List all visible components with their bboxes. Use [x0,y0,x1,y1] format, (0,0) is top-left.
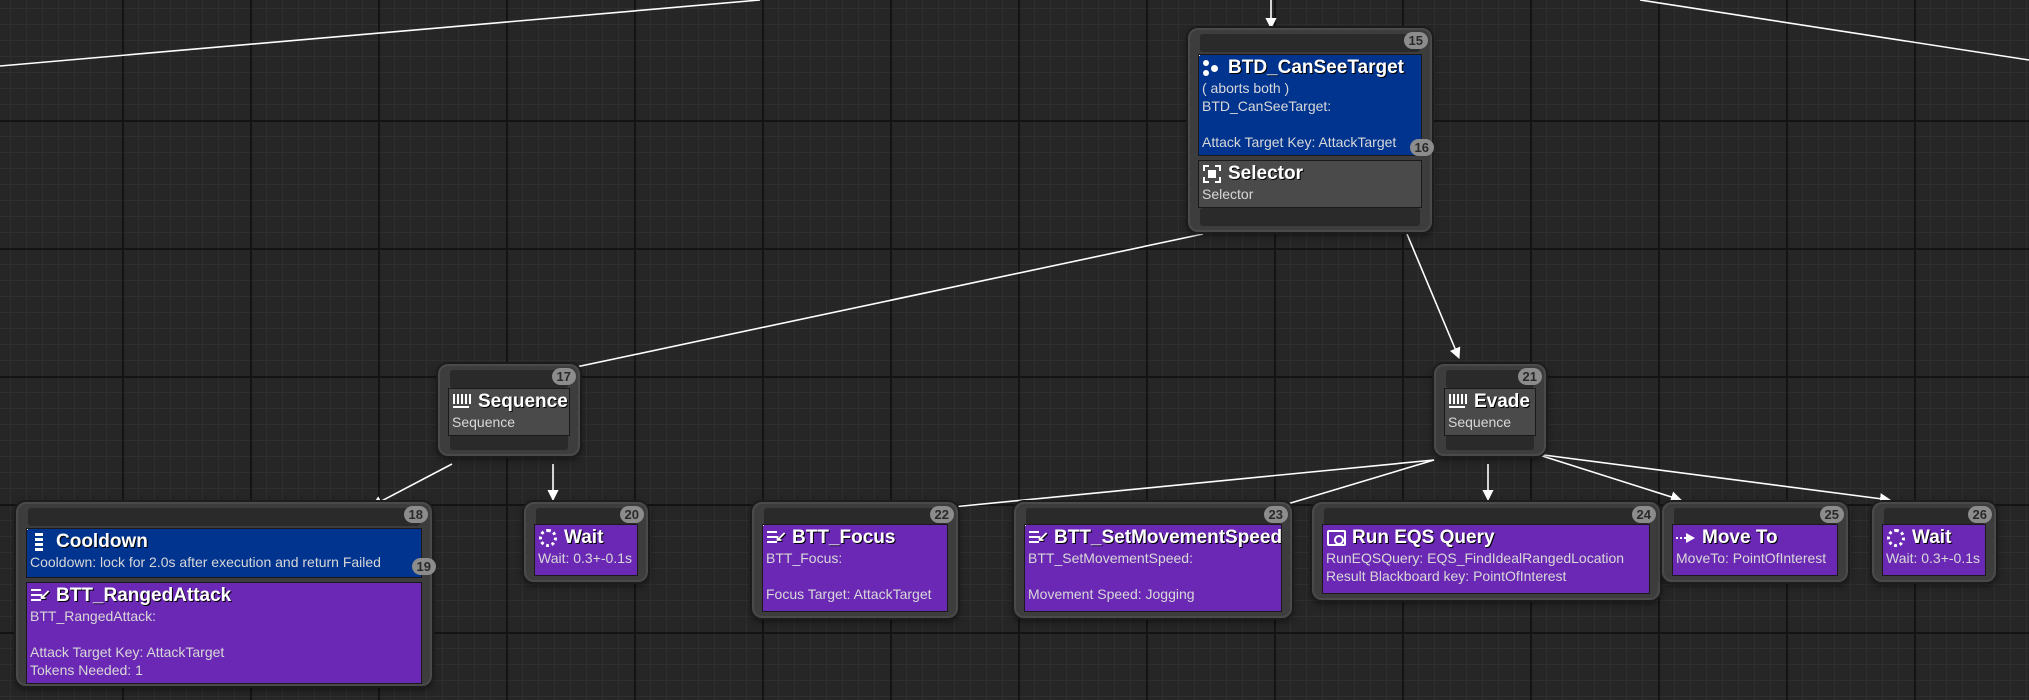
input-pin[interactable] [450,370,568,388]
set-movement-speed-class: BTT_SetMovementSpeed: [1028,550,1193,566]
move-to-icon [1676,528,1696,548]
decorator-index: 16 [1409,139,1434,156]
ranged-attack-title: BTT_RangedAttack [56,585,232,606]
set-movement-speed-card[interactable]: BTT_SetMovementSpeed BTT_SetMovementSpee… [1024,524,1282,612]
selector-card[interactable]: Selector Selector [1198,160,1422,208]
breakpoint-flag [763,525,764,526]
sequence-card[interactable]: Sequence Sequence [448,388,570,436]
ranged-attack-tokens: Tokens Needed: 1 [30,662,143,678]
selector-subtitle: Selector [1202,186,1254,202]
wait-icon [1886,528,1906,548]
run-eqs-query-node[interactable]: 24 Run EQS Query RunEQSQuery: EQS_FindId… [1312,502,1660,600]
ranged-attack-card[interactable]: BTT_RangedAttack BTT_RangedAttack: Attac… [26,582,422,684]
root-node[interactable]: 15 BTD_CanSeeTarget ( aborts both ) BTD_… [1188,28,1434,232]
decorator-abort-mode: ( aborts both ) [1202,80,1290,96]
cooldown-description: Cooldown: lock for 2.0s after execution … [30,554,381,570]
wire-evade-focus [940,459,1435,513]
eqs-query-icon [1326,528,1346,548]
cooldown-card[interactable]: Cooldown Cooldown: lock for 2.0s after e… [26,528,422,578]
focus-node[interactable]: 22 BTT_Focus BTT_Focus: Focus Target: At… [752,502,958,618]
eqs-result-key: Result Blackboard key: PointOfInterest [1326,568,1567,584]
evade-card[interactable]: Evade Sequence [1444,388,1536,436]
input-pin[interactable] [1200,34,1420,52]
breakpoint-flag [1199,55,1200,56]
wait-node[interactable]: 26 Wait Wait: 0.3+-0.1s [1872,502,1996,582]
selector-icon [1202,164,1222,184]
input-pin[interactable] [28,508,420,526]
decorator-key: Attack Target Key: AttackTarget [1202,134,1397,150]
wait-icon [538,528,558,548]
move-to-card[interactable]: Move To MoveTo: PointOfInterest [1672,524,1838,576]
wire-root-evade [1406,233,1461,360]
evade-title: Evade [1474,391,1530,412]
cooldown-title: Cooldown [56,531,148,552]
decorator-icon [1202,58,1222,78]
execution-index: 18 [403,506,428,523]
run-eqs-query-card[interactable]: Run EQS Query RunEQSQuery: EQS_FindIdeal… [1322,524,1650,594]
wait-description: Wait: 0.3+-0.1s [538,550,633,566]
evade-subtitle: Sequence [1448,414,1512,430]
execution-index: 25 [1819,506,1844,523]
execution-index: 17 [551,368,576,385]
breakpoint-flag [1025,525,1026,526]
sequence-icon [452,392,472,412]
eqs-query-name: RunEQSQuery: EQS_FindIdealRangedLocation [1326,550,1625,566]
set-movement-speed-node[interactable]: 23 BTT_SetMovementSpeed BTT_SetMovementS… [1014,502,1292,618]
set-movement-speed-title: BTT_SetMovementSpeed [1054,527,1282,548]
wire-offscreen-left [0,0,761,67]
task-icon [1028,528,1049,548]
wire-offscreen-right [1639,0,2029,61]
decorator-card[interactable]: BTD_CanSeeTarget ( aborts both ) BTD_Can… [1198,54,1422,156]
focus-class: BTT_Focus: [766,550,843,566]
focus-target: Focus Target: AttackTarget [766,586,932,602]
execution-index: 22 [929,506,954,523]
task-icon [30,586,51,606]
execution-index: 23 [1263,506,1288,523]
focus-card[interactable]: BTT_Focus BTT_Focus: Focus Target: Attac… [762,524,948,612]
wait-description: Wait: 0.3+-0.1s [1886,550,1981,566]
evade-node[interactable]: 21 Evade Sequence [1434,364,1546,456]
move-to-title: Move To [1702,527,1778,548]
wait-card[interactable]: Wait Wait: 0.3+-0.1s [1882,524,1986,576]
sequence-title: Sequence [478,391,568,412]
wire-evade-moveto [1535,453,1683,503]
wait-card[interactable]: Wait Wait: 0.3+-0.1s [534,524,638,576]
wire-evade-wait [1535,453,1892,505]
ranged-attack-key: Attack Target Key: AttackTarget [30,644,225,660]
execution-index: 26 [1967,506,1992,523]
decorator-index: 19 [411,558,436,575]
breakpoint-flag [27,529,28,530]
sequence-node[interactable]: 17 Sequence Sequence [438,364,580,456]
sequence-subtitle: Sequence [452,414,516,430]
selector-title: Selector [1228,163,1303,184]
execution-index: 24 [1631,506,1656,523]
wire-sequence-ranged [371,463,453,507]
ranged-attack-class: BTT_RangedAttack: [30,608,157,624]
execution-index: 15 [1403,32,1428,49]
wait-title: Wait [1912,527,1952,548]
focus-title: BTT_Focus [792,527,896,548]
sequence-icon [1448,392,1468,412]
wire-root-sequence [560,233,1204,374]
execution-index: 21 [1517,368,1542,385]
move-to-target: MoveTo: PointOfInterest [1676,550,1827,566]
output-pin[interactable] [1200,208,1420,226]
execution-index: 20 [619,506,644,523]
run-eqs-query-title: Run EQS Query [1352,527,1495,548]
move-to-node[interactable]: 25 Move To MoveTo: PointOfInterest [1662,502,1848,582]
ranged-attack-node[interactable]: 18 Cooldown Cooldown: lock for 2.0s afte… [16,502,436,686]
wait-node[interactable]: 20 Wait Wait: 0.3+-0.1s [524,502,648,582]
decorator-title: BTD_CanSeeTarget [1228,57,1404,78]
decorator-class: BTD_CanSeeTarget: [1202,98,1332,114]
cooldown-icon [30,532,50,552]
wait-title: Wait [564,527,604,548]
movement-speed-value: Movement Speed: Jogging [1028,586,1195,602]
task-icon [766,528,787,548]
